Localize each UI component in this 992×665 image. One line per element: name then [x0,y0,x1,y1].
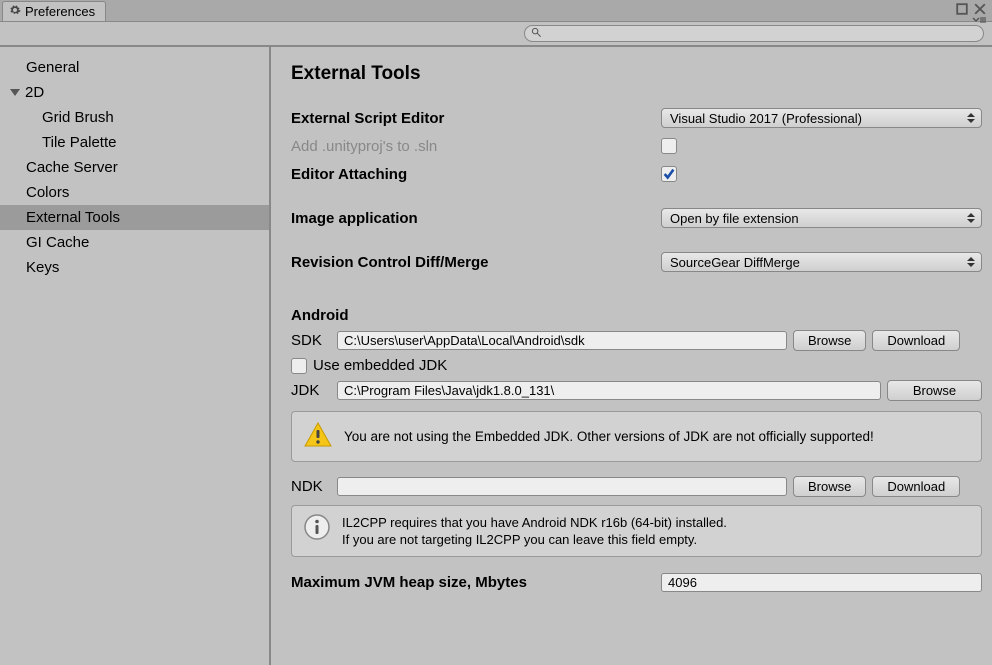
info-box-ndk: IL2CPP requires that you have Android ND… [291,505,982,557]
tab-title: Preferences [25,4,95,19]
search-row [0,22,992,47]
browse-ndk-button[interactable]: Browse [793,476,866,497]
button-label: Download [887,333,945,348]
tab-preferences[interactable]: Preferences [2,1,106,21]
label-ndk: NDK [291,478,331,495]
sidebar-item-cache-server[interactable]: Cache Server [0,155,269,180]
gear-icon [9,4,21,19]
sidebar-item-label: Keys [26,259,59,276]
chevron-down-icon [10,89,20,96]
search-input[interactable] [546,27,977,41]
label-use-embedded-jdk: Use embedded JDK [313,357,447,374]
select-value: Open by file extension [670,211,799,226]
label-jdk: JDK [291,382,331,399]
label-script-editor: External Script Editor [291,110,661,127]
tab-bar: Preferences [0,0,992,22]
sidebar-item-keys[interactable]: Keys [0,255,269,280]
input-ndk-path[interactable] [337,477,787,496]
window-menu-icon[interactable] [972,15,986,25]
sidebar-item-label: 2D [25,83,44,102]
browse-sdk-button[interactable]: Browse [793,330,866,351]
label-revision-control: Revision Control Diff/Merge [291,254,661,271]
label-add-unityproj: Add .unityproj's to .sln [291,138,661,155]
sidebar-item-label: Colors [26,184,69,201]
button-label: Browse [913,383,956,398]
sidebar-item-colors[interactable]: Colors [0,180,269,205]
button-label: Browse [808,479,851,494]
info-icon [304,514,330,544]
sidebar-item-general[interactable]: General [0,55,269,80]
search-icon [531,26,542,41]
warning-icon [304,422,332,451]
sidebar-item-label: General [26,59,79,76]
download-sdk-button[interactable]: Download [872,330,960,351]
checkbox-editor-attaching[interactable] [661,166,677,182]
checkbox-use-embedded-jdk[interactable] [291,358,307,374]
info-text: IL2CPP requires that you have Android ND… [342,514,727,548]
window-controls [956,3,986,15]
select-image-app[interactable]: Open by file extension [661,208,982,228]
button-label: Browse [808,333,851,348]
select-revision-control[interactable]: SourceGear DiffMerge [661,252,982,272]
input-jdk-path[interactable] [337,381,881,400]
sidebar-item-label: External Tools [26,209,120,226]
sidebar-item-label: Cache Server [26,159,118,176]
button-label: Download [887,479,945,494]
sidebar-item-label: Grid Brush [42,109,114,126]
sidebar-item-grid-brush[interactable]: Grid Brush [0,105,269,130]
input-jvm-heap[interactable] [661,573,982,592]
sidebar-item-label: Tile Palette [42,134,116,151]
page-title: External Tools [291,63,982,85]
content-panel: External Tools External Script Editor Vi… [271,47,992,665]
android-heading: Android [291,307,982,324]
browse-jdk-button[interactable]: Browse [887,380,982,401]
label-image-app: Image application [291,210,661,227]
sidebar: General 2D Grid Brush Tile Palette Cache… [0,47,271,665]
sidebar-item-gi-cache[interactable]: GI Cache [0,230,269,255]
sidebar-item-tile-palette[interactable]: Tile Palette [0,130,269,155]
detach-icon[interactable] [956,3,968,15]
warning-box-jdk: You are not using the Embedded JDK. Othe… [291,411,982,462]
warning-text: You are not using the Embedded JDK. Othe… [344,429,874,444]
search-box[interactable] [524,25,984,42]
sidebar-item-label: GI Cache [26,234,89,251]
select-script-editor[interactable]: Visual Studio 2017 (Professional) [661,108,982,128]
select-value: Visual Studio 2017 (Professional) [670,111,862,126]
select-value: SourceGear DiffMerge [670,255,800,270]
label-editor-attaching: Editor Attaching [291,166,661,183]
checkbox-add-unityproj [661,138,677,154]
label-sdk: SDK [291,332,331,349]
input-sdk-path[interactable] [337,331,787,350]
sidebar-item-external-tools[interactable]: External Tools [0,205,269,230]
close-icon[interactable] [974,3,986,15]
label-jvm-heap: Maximum JVM heap size, Mbytes [291,574,661,591]
sidebar-item-2d[interactable]: 2D [0,80,269,105]
download-ndk-button[interactable]: Download [872,476,960,497]
